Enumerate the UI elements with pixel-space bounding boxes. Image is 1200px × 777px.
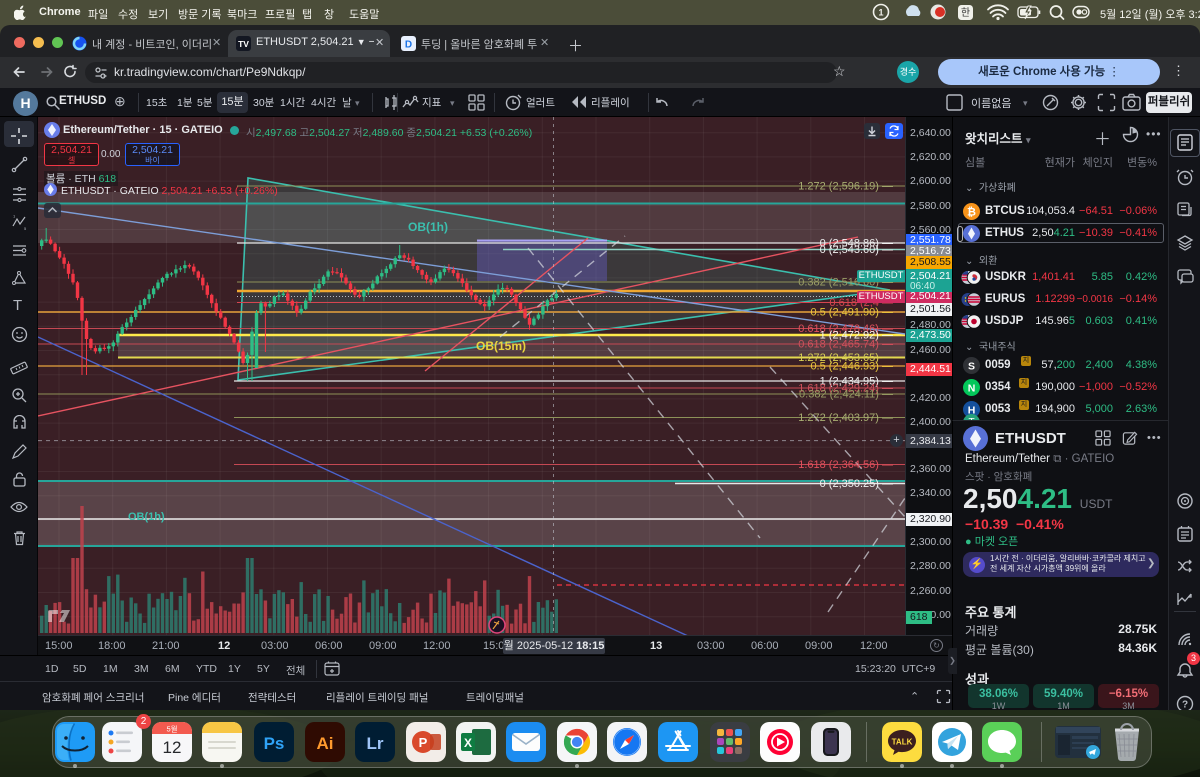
svg-text:5: 5 xyxy=(24,226,27,231)
svg-text:OB(1h): OB(1h) xyxy=(128,511,165,523)
svg-text:0.382 (2,424.11) —: 0.382 (2,424.11) — xyxy=(799,389,893,401)
svg-text:5월: 5월 xyxy=(166,724,177,734)
svg-text:1: 1 xyxy=(13,214,16,219)
svg-text:TALK: TALK xyxy=(892,738,913,747)
svg-text:X: X xyxy=(464,736,472,750)
svg-text:12: 12 xyxy=(163,738,182,757)
svg-text:OB(1h): OB(1h) xyxy=(408,220,448,234)
svg-text:OB(15m): OB(15m) xyxy=(476,339,526,353)
svg-text:1.272 (2,403.97) —: 1.272 (2,403.97) — xyxy=(798,412,893,424)
svg-text:1: 1 xyxy=(878,8,883,18)
svg-text:Ai: Ai xyxy=(317,734,334,753)
svg-text:0 (2,543.60) —: 0 (2,543.60) — xyxy=(820,244,893,256)
svg-text:한: 한 xyxy=(961,7,970,19)
svg-text:Ps: Ps xyxy=(264,734,285,753)
svg-text:0.618 (2,465.74) —: 0.618 (2,465.74) — xyxy=(798,339,893,351)
svg-text:P: P xyxy=(419,735,428,750)
svg-text:?: ? xyxy=(1182,700,1188,711)
svg-text:1.618 (2,364.56) —: 1.618 (2,364.56) — xyxy=(798,459,893,471)
svg-text:1.272 (2,596.19) —: 1.272 (2,596.19) — xyxy=(798,181,893,193)
svg-text:TV: TV xyxy=(238,39,249,49)
svg-text:0.5 (2,491.90) —: 0.5 (2,491.90) — xyxy=(810,307,893,319)
svg-text:0 (2,350.25) —: 0 (2,350.25) — xyxy=(820,478,893,490)
svg-text:0.5 (2,446.93) —: 0.5 (2,446.93) — xyxy=(810,361,893,373)
svg-text:Lr: Lr xyxy=(367,734,384,753)
svg-text:D: D xyxy=(405,40,412,51)
